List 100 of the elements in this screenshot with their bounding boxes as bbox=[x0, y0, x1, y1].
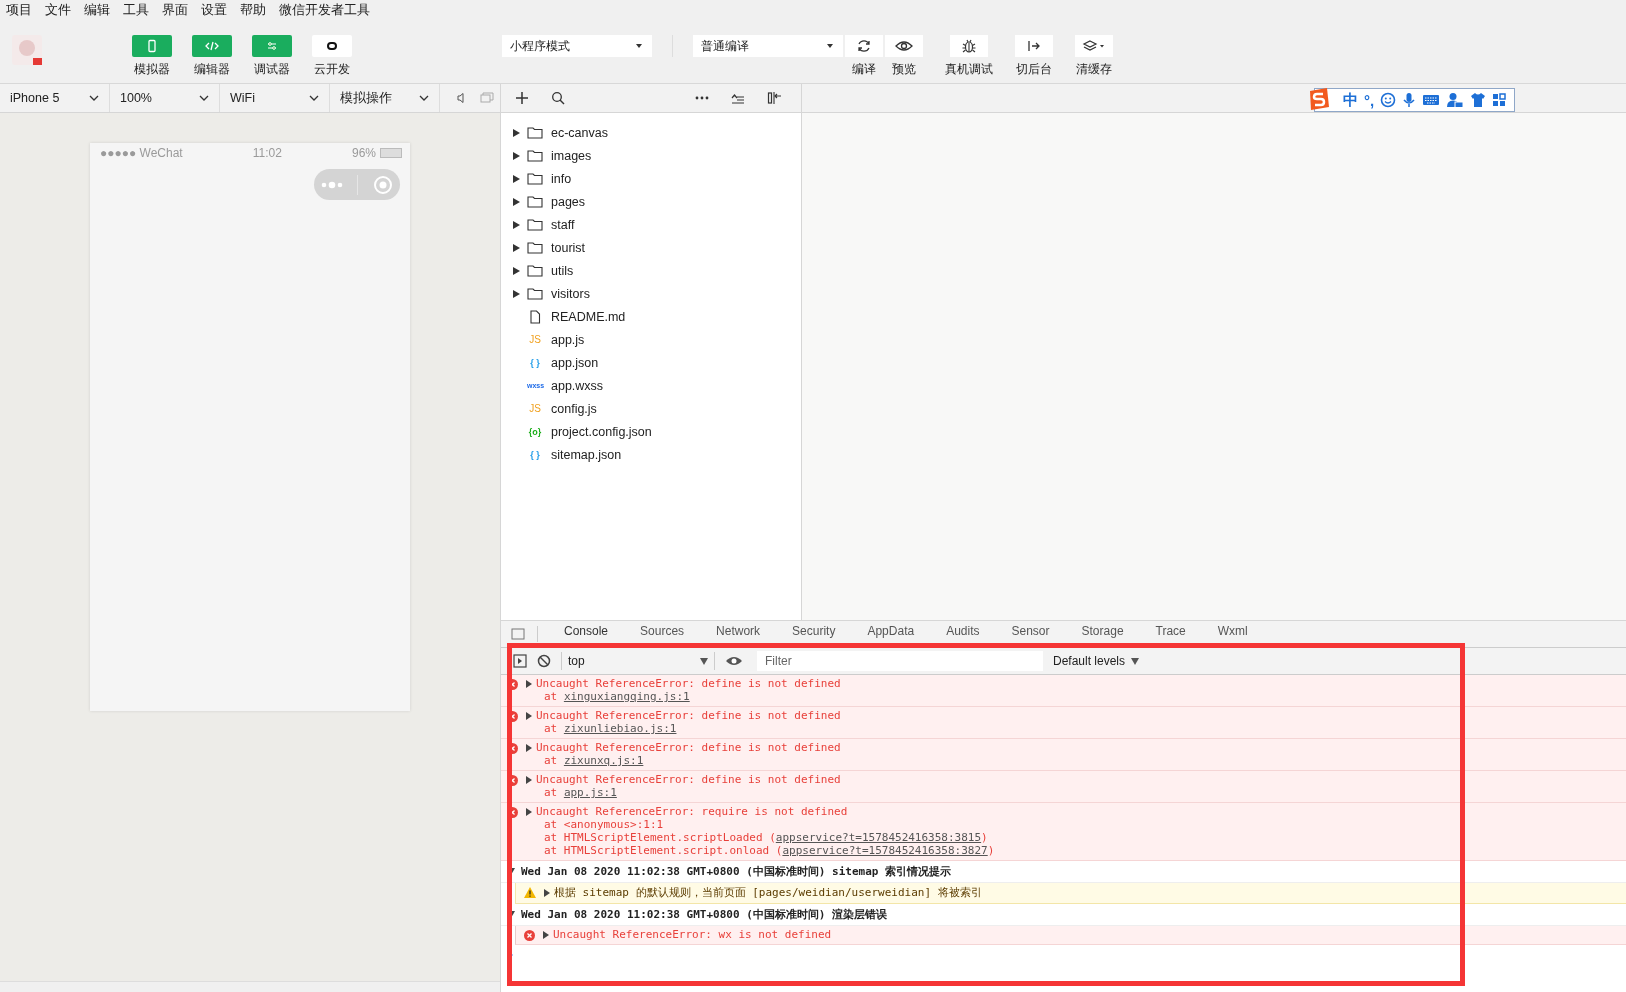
stack-trace-line: at HTMLScriptElement.scriptLoaded (appservice?t=1578452416358:3815) bbox=[543, 831, 989, 844]
search-icon[interactable] bbox=[551, 91, 565, 105]
device-dropdown[interactable]: 模拟操作 bbox=[330, 84, 440, 112]
devtools-tab[interactable]: AppData bbox=[861, 621, 921, 647]
device-dropdown[interactable]: 100% bbox=[110, 84, 220, 112]
source-link[interactable]: zixunxq.js:1 bbox=[563, 754, 644, 767]
file-tree-item[interactable]: visitors bbox=[501, 282, 801, 305]
file-tree-item[interactable]: staff bbox=[501, 213, 801, 236]
stack-trace-line: at HTMLScriptElement.script.onload (appservice?t=1578452416358:3827) bbox=[543, 844, 995, 857]
warning-text: 根据 sitemap 的默认规则，当前页面 [pages/weidian/userweidian] 将被索引 bbox=[554, 885, 982, 900]
switch-button[interactable] bbox=[1015, 35, 1053, 57]
source-link[interactable]: app.js:1 bbox=[563, 786, 617, 799]
file-tree-item[interactable]: ec-canvas bbox=[501, 121, 801, 144]
add-icon[interactable] bbox=[515, 91, 529, 105]
clear-icon[interactable] bbox=[537, 654, 551, 668]
error-text: Uncaught ReferenceError: define is not defined bbox=[536, 773, 841, 786]
menu-item[interactable]: 微信开发者工具 bbox=[279, 1, 370, 19]
mode-dropdown[interactable]: 小程序模式 bbox=[502, 35, 652, 57]
compile-dropdown[interactable]: 普通编译 bbox=[693, 35, 843, 57]
speaker-icon[interactable] bbox=[456, 92, 466, 104]
microphone-icon[interactable] bbox=[1402, 92, 1417, 108]
clock-text: 11:02 bbox=[252, 146, 282, 160]
expand-arrow-icon[interactable] bbox=[543, 930, 549, 939]
sidebar-toggle-icon[interactable] bbox=[513, 654, 527, 668]
menu-item[interactable]: 项目 bbox=[6, 1, 32, 19]
expand-arrow-icon[interactable] bbox=[513, 266, 520, 275]
devtools-tab[interactable]: Sensor bbox=[1005, 621, 1056, 647]
source-link[interactable]: appservice?t=1578452416358:3815 bbox=[775, 831, 982, 844]
user-icon[interactable] bbox=[1446, 92, 1465, 108]
file-tree-item[interactable]: { } app.json bbox=[501, 351, 801, 374]
collapse-icon[interactable] bbox=[731, 92, 745, 104]
expand-arrow-icon[interactable] bbox=[513, 243, 520, 252]
levels-dropdown[interactable]: Default levels bbox=[1053, 654, 1140, 668]
expand-arrow-icon[interactable] bbox=[526, 743, 532, 752]
menu-item[interactable]: 设置 bbox=[201, 1, 227, 19]
context-dropdown[interactable]: top bbox=[561, 652, 715, 670]
eye-icon bbox=[895, 39, 913, 53]
source-link[interactable]: zixunliebiao.js:1 bbox=[563, 722, 677, 735]
file-tree-item[interactable]: { } sitemap.json bbox=[501, 443, 801, 466]
menu-item[interactable]: 编辑 bbox=[84, 1, 110, 19]
file-tree-item[interactable]: JS app.js bbox=[501, 328, 801, 351]
expand-arrow-icon[interactable] bbox=[526, 775, 532, 784]
mode-button[interactable] bbox=[312, 35, 352, 57]
bug-button[interactable] bbox=[950, 35, 988, 57]
menu-item[interactable]: 文件 bbox=[45, 1, 71, 19]
more-icon[interactable] bbox=[695, 96, 709, 100]
filter-field[interactable]: Filter bbox=[757, 651, 1043, 671]
expand-arrow-icon[interactable] bbox=[544, 888, 550, 897]
expand-arrow-icon[interactable] bbox=[526, 807, 532, 816]
file-type-icon: { } bbox=[527, 449, 543, 460]
devtools-tab[interactable]: Trace bbox=[1149, 621, 1192, 647]
file-tree-item[interactable]: pages bbox=[501, 190, 801, 213]
layers-icon bbox=[1082, 39, 1106, 53]
file-type-icon: JS bbox=[527, 403, 543, 414]
ime-label[interactable]: 中 bbox=[1343, 90, 1358, 110]
file-tree-item[interactable]: images bbox=[501, 144, 801, 167]
menu-item[interactable]: 帮助 bbox=[240, 1, 266, 19]
device-dropdown[interactable]: iPhone 5 bbox=[0, 84, 110, 112]
expand-arrow-icon[interactable] bbox=[513, 220, 520, 229]
ime-label[interactable]: °, bbox=[1364, 91, 1375, 109]
warning-icon bbox=[524, 887, 536, 898]
devtools-tab[interactable]: Storage bbox=[1075, 621, 1130, 647]
caret-icon bbox=[1131, 657, 1140, 665]
file-tree-item[interactable]: tourist bbox=[501, 236, 801, 259]
expand-arrow-icon[interactable] bbox=[513, 174, 520, 183]
menu-item[interactable]: 界面 bbox=[162, 1, 188, 19]
expand-arrow-icon[interactable] bbox=[526, 679, 532, 688]
preview-button[interactable] bbox=[885, 35, 923, 57]
file-tree-item[interactable]: utils bbox=[501, 259, 801, 282]
panel-toggle-icon[interactable] bbox=[767, 91, 783, 105]
error-icon bbox=[524, 930, 535, 941]
expand-arrow-icon[interactable] bbox=[513, 289, 520, 298]
button-label: 预览 bbox=[892, 61, 916, 78]
refresh-button[interactable] bbox=[845, 35, 883, 57]
layers-button[interactable] bbox=[1075, 35, 1113, 57]
avatar-icon[interactable] bbox=[12, 35, 42, 65]
source-link[interactable]: xinguxiangqing.js:1 bbox=[563, 690, 690, 703]
device-dropdown[interactable]: WiFi bbox=[220, 84, 330, 112]
folder-icon bbox=[527, 241, 543, 254]
grid-icon[interactable] bbox=[1492, 93, 1507, 107]
shirt-icon[interactable] bbox=[1470, 92, 1487, 108]
expand-arrow-icon[interactable] bbox=[513, 197, 520, 206]
devtools-tab[interactable]: Network bbox=[710, 621, 767, 647]
file-tree-item[interactable]: info bbox=[501, 167, 801, 190]
file-tree-item[interactable]: README.md bbox=[501, 305, 801, 328]
error-text: Uncaught ReferenceError: wx is not defined bbox=[553, 928, 832, 941]
source-link[interactable]: appservice?t=1578452416358:3827 bbox=[782, 844, 988, 857]
expand-arrow-icon[interactable] bbox=[526, 711, 532, 720]
devtools-tab[interactable]: Audits bbox=[940, 621, 986, 647]
smiley-icon[interactable] bbox=[1380, 92, 1397, 108]
file-tree-item[interactable]: {o} project.config.json bbox=[501, 420, 801, 443]
expand-arrow-icon[interactable] bbox=[513, 151, 520, 160]
devtools-tab[interactable]: Security bbox=[786, 621, 842, 647]
keyboard-icon[interactable] bbox=[1422, 93, 1441, 107]
file-tree-item[interactable]: JS config.js bbox=[501, 397, 801, 420]
devtools-tab[interactable]: Wxml bbox=[1211, 621, 1254, 647]
expand-arrow-icon[interactable] bbox=[513, 128, 520, 137]
menu-item[interactable]: 工具 bbox=[123, 1, 149, 19]
devtools-tab[interactable]: Sources bbox=[634, 621, 691, 647]
eye-icon[interactable] bbox=[725, 655, 743, 667]
